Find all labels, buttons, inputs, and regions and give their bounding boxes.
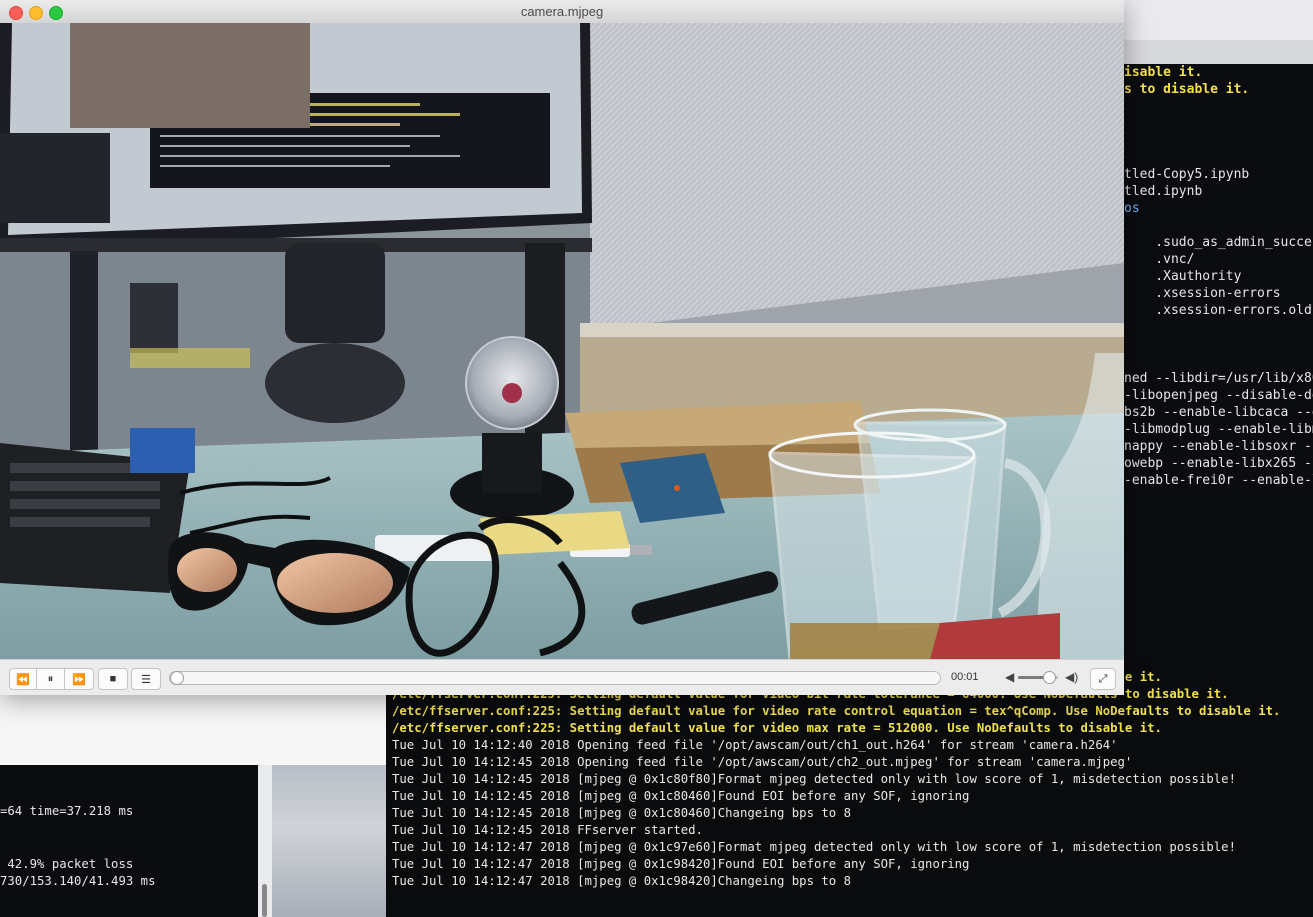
background-terminal-right: isable it. s to disable it. tled-Copy5.ip… [1118, 0, 1313, 695]
video-player-window: camera.mjpeg ⏪ ⏸ ⏩ ■ ☰ 00:01 ◀ ◀) ⤢ [0, 0, 1124, 695]
terminal-line: isable it. [1124, 65, 1203, 80]
terminal-line: Tue Jul 10 14:12:47 2018 [mjpeg @ 0x1c97… [392, 840, 1236, 854]
terminal-line: Tue Jul 10 14:12:45 2018 Opening feed fi… [392, 755, 1133, 769]
terminal-line: nappy --enable-libsoxr --ena [1124, 439, 1313, 454]
terminal-line: 730/153.140/41.493 ms [0, 874, 156, 888]
background-image [272, 765, 386, 917]
terminal-tabbar [1118, 40, 1313, 64]
forward-button[interactable]: ⏩ [64, 668, 94, 690]
terminal-line: Tue Jul 10 14:12:45 2018 [mjpeg @ 0x1c80… [392, 789, 970, 803]
terminal-line: Tue Jul 10 14:12:47 2018 [mjpeg @ 0x1c98… [392, 874, 852, 888]
terminal-line: =64 time=37.218 ms [0, 804, 134, 818]
fullscreen-icon: ⤢ [1098, 672, 1108, 685]
rewind-button[interactable]: ⏪ [9, 668, 37, 690]
stop-icon: ■ [109, 673, 117, 685]
terminal-line: Tue Jul 10 14:12:45 2018 [mjpeg @ 0x1c80… [392, 772, 1236, 786]
terminal-line: 42.9% packet loss [0, 856, 134, 871]
seek-knob[interactable] [170, 671, 184, 685]
terminal-line: /etc/ffserver.conf:225: Setting default … [392, 721, 1162, 735]
elapsed-time: 00:01 [951, 671, 979, 683]
stop-button[interactable]: ■ [98, 668, 128, 690]
rewind-icon: ⏪ [16, 673, 30, 686]
terminal-line: owebp --enable-libx265 --ena [1124, 456, 1313, 471]
terminal-line: s to disable it. [1124, 82, 1250, 97]
playlist-button[interactable]: ☰ [131, 668, 161, 690]
terminal-line: ned --libdir=/usr/lib/x86_64 [1124, 371, 1313, 386]
background-window-strip [0, 695, 386, 765]
terminal-line: Tue Jul 10 14:12:45 2018 [mjpeg @ 0x1c80… [392, 806, 852, 820]
window-titlebar[interactable]: camera.mjpeg [0, 0, 1124, 24]
terminal-line: Tue Jul 10 14:12:40 2018 Opening feed fi… [392, 738, 1118, 752]
terminal-output: isable it. s to disable it. tled-Copy5.ip… [1124, 64, 1313, 489]
seek-bar[interactable] [169, 671, 941, 685]
volume-high-icon[interactable]: ◀) [1065, 670, 1078, 684]
window-title: camera.mjpeg [520, 4, 604, 19]
player-controls: ⏪ ⏸ ⏩ ■ ☰ 00:01 ◀ ◀) ⤢ [0, 659, 1124, 695]
ping-terminal: =64 time=37.218 ms 42.9% packet loss 730/… [0, 765, 258, 917]
pause-button[interactable]: ⏸ [36, 668, 65, 690]
ping-output: =64 time=37.218 ms 42.9% packet loss 730/… [0, 803, 155, 891]
terminal-line: .sudo_as_admin_successful [1155, 235, 1313, 250]
volume-knob[interactable] [1043, 671, 1056, 684]
volume-low-icon[interactable]: ◀ [1005, 670, 1014, 684]
forward-icon: ⏩ [72, 673, 86, 686]
terminal-line: -libmodplug --enable-libmp3 [1124, 422, 1313, 437]
video-frame[interactable] [0, 23, 1124, 659]
terminal-line: bs2b --enable-libcaca --en [1124, 405, 1313, 420]
playlist-icon: ☰ [141, 673, 151, 686]
terminal-line: Tue Jul 10 14:12:47 2018 [mjpeg @ 0x1c98… [392, 857, 970, 871]
terminal-line: os [1124, 201, 1140, 216]
terminal-line: -libopenjpeg --disable-decod [1124, 388, 1313, 403]
terminal-line: Tue Jul 10 14:12:45 2018 FFserver starte… [392, 823, 703, 837]
terminal-titlebar [1118, 0, 1313, 41]
fullscreen-button[interactable]: ⤢ [1090, 668, 1116, 690]
terminal-line: .vnc/ [1124, 252, 1195, 267]
ffserver-log-output: /etc/ffserver.conf:163: Setting default … [392, 669, 1280, 890]
pause-icon: ⏸ [47, 672, 54, 685]
camera-scene-illustration [0, 23, 1124, 659]
terminal-line: tled-Copy5.ipynb [1124, 167, 1250, 182]
background-window-middle [258, 765, 386, 917]
terminal-line: .xsession-errors.old [1124, 303, 1312, 318]
terminal-line: -enable-frei0r --enable-lib [1124, 473, 1313, 488]
terminal-scrollbar[interactable] [262, 884, 267, 917]
terminal-line: .xsession-errors [1124, 286, 1281, 301]
terminal-line: tled.ipynb [1124, 184, 1203, 199]
terminal-line: /etc/ffserver.conf:225: Setting default … [392, 704, 1281, 718]
ffserver-terminal: /etc/ffserver.conf:163: Setting default … [386, 660, 1313, 917]
terminal-line: .Xauthority [1124, 269, 1242, 284]
